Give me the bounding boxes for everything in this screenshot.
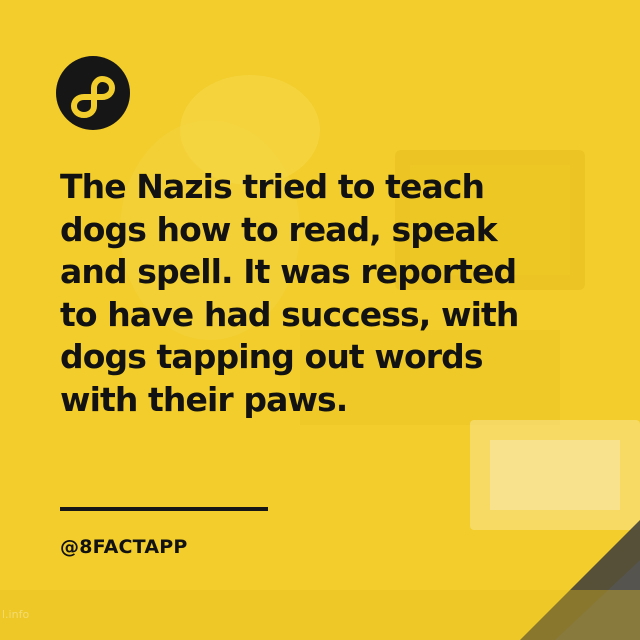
watermark: l.info [2,608,30,621]
brand-handle[interactable]: @8FACTAPP [60,536,188,558]
fact-card: The Nazis tried to teach dogs how to rea… [0,0,640,640]
infinity-eight-icon [71,76,115,118]
divider [60,507,268,511]
brand-logo [56,56,130,130]
fact-text: The Nazis tried to teach dogs how to rea… [60,167,519,419]
